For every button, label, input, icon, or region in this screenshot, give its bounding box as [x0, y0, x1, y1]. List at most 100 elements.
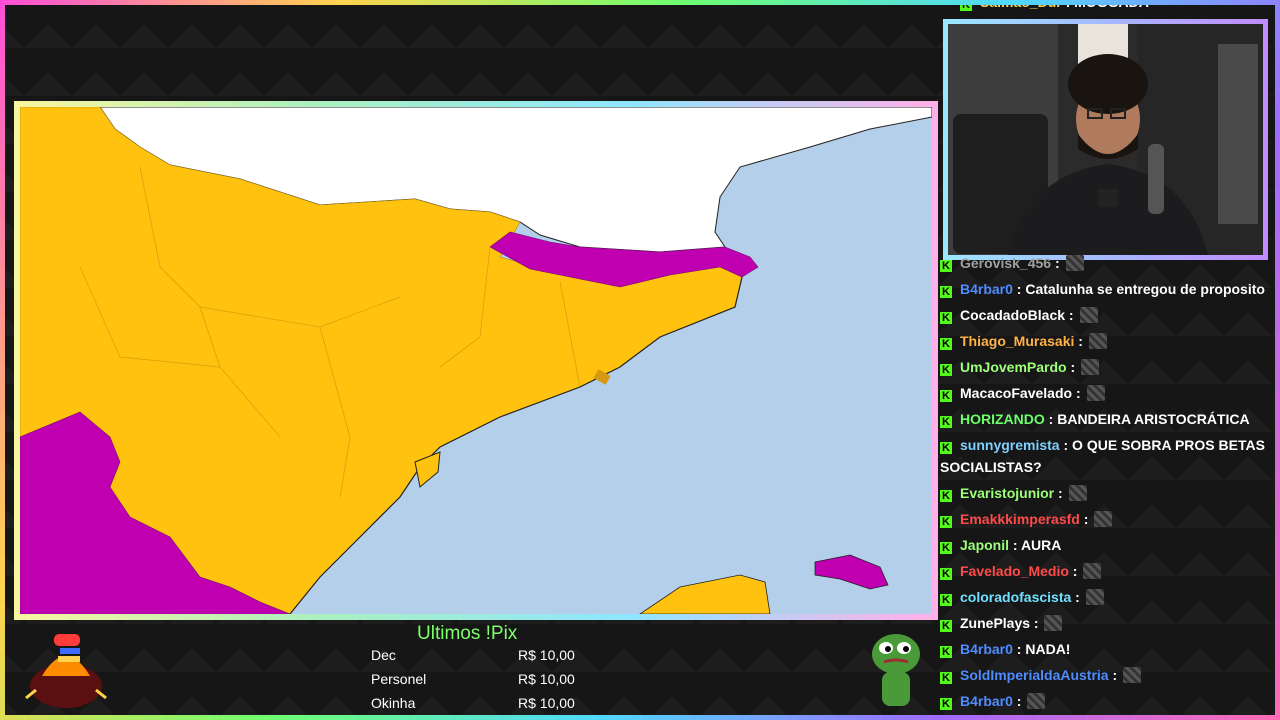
emote-icon: [1086, 385, 1105, 401]
chat-message: K CocadadoBlack :: [940, 304, 1270, 326]
chat-text: : BANDEIRA ARISTOCRÁTICA: [1044, 411, 1250, 427]
mascot-logo-icon: [25, 634, 107, 708]
chat-username[interactable]: sunnygremista: [960, 437, 1060, 453]
emote-icon: [1044, 615, 1063, 631]
chat-message: Kcoloradofascista :: [940, 586, 1270, 608]
chat-username[interactable]: Thiago_Murasaki: [960, 333, 1074, 349]
chat-username[interactable]: coloradofascista: [960, 589, 1071, 605]
chat-username[interactable]: B4rbar0: [960, 281, 1013, 297]
chat-username[interactable]: CocadadoBlack: [960, 307, 1065, 323]
kick-badge-icon: K: [940, 672, 952, 684]
kick-badge-icon: K: [940, 338, 952, 350]
chat-message: K B4rbar0 : NADA!: [940, 638, 1270, 660]
chat-text: :: [1051, 255, 1064, 271]
chat-username[interactable]: Japonil: [960, 537, 1009, 553]
kick-badge-icon: K: [940, 568, 952, 580]
chat-message: Ksunnygremista : O QUE SOBRA PROS BETAS …: [940, 434, 1270, 478]
kick-badge-icon: K: [940, 516, 952, 528]
chat-username[interactable]: Salmao_Dur: [980, 0, 1062, 10]
chat-text: : AURA: [1009, 537, 1062, 553]
pix-name: Dec: [371, 647, 396, 663]
chat-panel[interactable]: K Gerovisk_456 : K B4rbar0 : Catalunha se …: [940, 252, 1270, 712]
chat-text: :: [1072, 385, 1085, 401]
chat-message: K UmJovemPardo :: [940, 356, 1270, 378]
chat-message: K Gerovisk_456 :: [940, 252, 1270, 274]
kick-badge-icon: K: [940, 646, 952, 658]
kick-badge-icon: K: [940, 542, 952, 554]
chat-text: :: [1108, 667, 1122, 683]
chat-message: K Favelado_Medio :: [940, 560, 1270, 582]
chat-text: :: [1079, 511, 1093, 527]
chat-text: : MOGGADA: [1065, 0, 1149, 10]
kick-badge-icon: K: [940, 312, 952, 324]
chat-message: K MacacoFavelado :: [940, 382, 1270, 404]
kick-badge-icon: K: [940, 490, 952, 502]
pix-name: Okinha: [371, 695, 416, 711]
chat-text: : NADA!: [1012, 641, 1071, 657]
pix-row: Okinha R$ 10,00: [371, 695, 581, 711]
chat-message: K HORIZANDO : BANDEIRA ARISTOCRÁTICA: [940, 408, 1270, 430]
emote-icon: [1068, 485, 1087, 501]
kick-badge-icon: K: [940, 364, 952, 376]
pix-row: Dec R$ 10,00: [371, 647, 581, 663]
emote-icon: [1081, 359, 1100, 375]
kick-badge-icon: K: [960, 0, 972, 11]
emote-icon: [1085, 589, 1104, 605]
chat-username[interactable]: HORIZANDO: [960, 411, 1045, 427]
pix-amount: R$ 10,00: [518, 695, 575, 711]
kick-badge-icon: K: [940, 390, 952, 402]
chat-message-partial: K Salmao_Dur : MOGGADA: [960, 0, 1149, 11]
emote-icon: [1094, 511, 1113, 527]
chat-text: :: [1012, 693, 1026, 709]
chat-text: :: [1066, 359, 1080, 375]
chat-username[interactable]: UmJovemPardo: [960, 359, 1067, 375]
pix-name: Personel: [371, 671, 427, 687]
chat-message: K Japonil : AURA: [940, 534, 1270, 556]
chat-username[interactable]: Evaristojunior: [960, 485, 1054, 501]
chat-text: :: [1068, 563, 1082, 579]
emote-icon: [1088, 333, 1107, 349]
pepe-frog-icon: [872, 634, 920, 706]
kick-badge-icon: K: [940, 442, 952, 454]
chat-text: :: [1074, 333, 1087, 349]
emote-icon: [1123, 667, 1142, 683]
chat-message: K B4rbar0 : Catalunha se entregou de prop…: [940, 278, 1270, 300]
kick-badge-icon: K: [940, 594, 952, 606]
chat-username[interactable]: SoldImperialdaAustria: [960, 667, 1109, 683]
chat-message: K B4rbar0 :: [940, 690, 1270, 712]
chat-message: K ZunePlays :: [940, 612, 1270, 634]
pix-row: Personel R$ 10,00: [371, 671, 581, 687]
chat-message: K Evaristojunior :: [940, 482, 1270, 504]
chat-username[interactable]: B4rbar0: [960, 693, 1013, 709]
chat-message: K Thiago_Murasaki :: [940, 330, 1270, 352]
pix-title: Ultimos !Pix: [417, 623, 518, 644]
chat-username[interactable]: Emakkkimperasfd: [960, 511, 1080, 527]
pix-amount: R$ 10,00: [518, 647, 575, 663]
emote-icon: [1083, 563, 1102, 579]
emote-icon: [1079, 307, 1098, 323]
kick-badge-icon: K: [940, 286, 952, 298]
kick-badge-icon: K: [940, 620, 952, 632]
kick-badge-icon: K: [940, 698, 952, 710]
emote-icon: [1065, 255, 1084, 271]
webcam-feed: [943, 19, 1268, 260]
chat-username[interactable]: ZunePlays: [960, 615, 1030, 631]
kick-badge-icon: K: [940, 416, 952, 428]
chat-text: :: [1054, 485, 1067, 501]
chat-text: :: [1071, 589, 1084, 605]
chat-username[interactable]: Favelado_Medio: [960, 563, 1069, 579]
chat-text: :: [1030, 615, 1043, 631]
chat-message: K Emakkkimperasfd :: [940, 508, 1270, 530]
chat-username[interactable]: Gerovisk_456: [960, 255, 1051, 271]
chat-text: : Catalunha se entregou de proposito: [1012, 281, 1265, 297]
chat-username[interactable]: MacacoFavelado: [960, 385, 1072, 401]
kick-badge-icon: K: [940, 260, 952, 272]
pix-amount: R$ 10,00: [518, 671, 575, 687]
map-canvas[interactable]: [20, 107, 932, 614]
chat-text: :: [1065, 307, 1078, 323]
chat-username[interactable]: B4rbar0: [960, 641, 1013, 657]
emote-icon: [1027, 693, 1046, 709]
streamer-video: [948, 24, 1263, 255]
game-map-viewport[interactable]: [14, 101, 938, 620]
chat-message: K SoldImperialdaAustria :: [940, 664, 1270, 686]
